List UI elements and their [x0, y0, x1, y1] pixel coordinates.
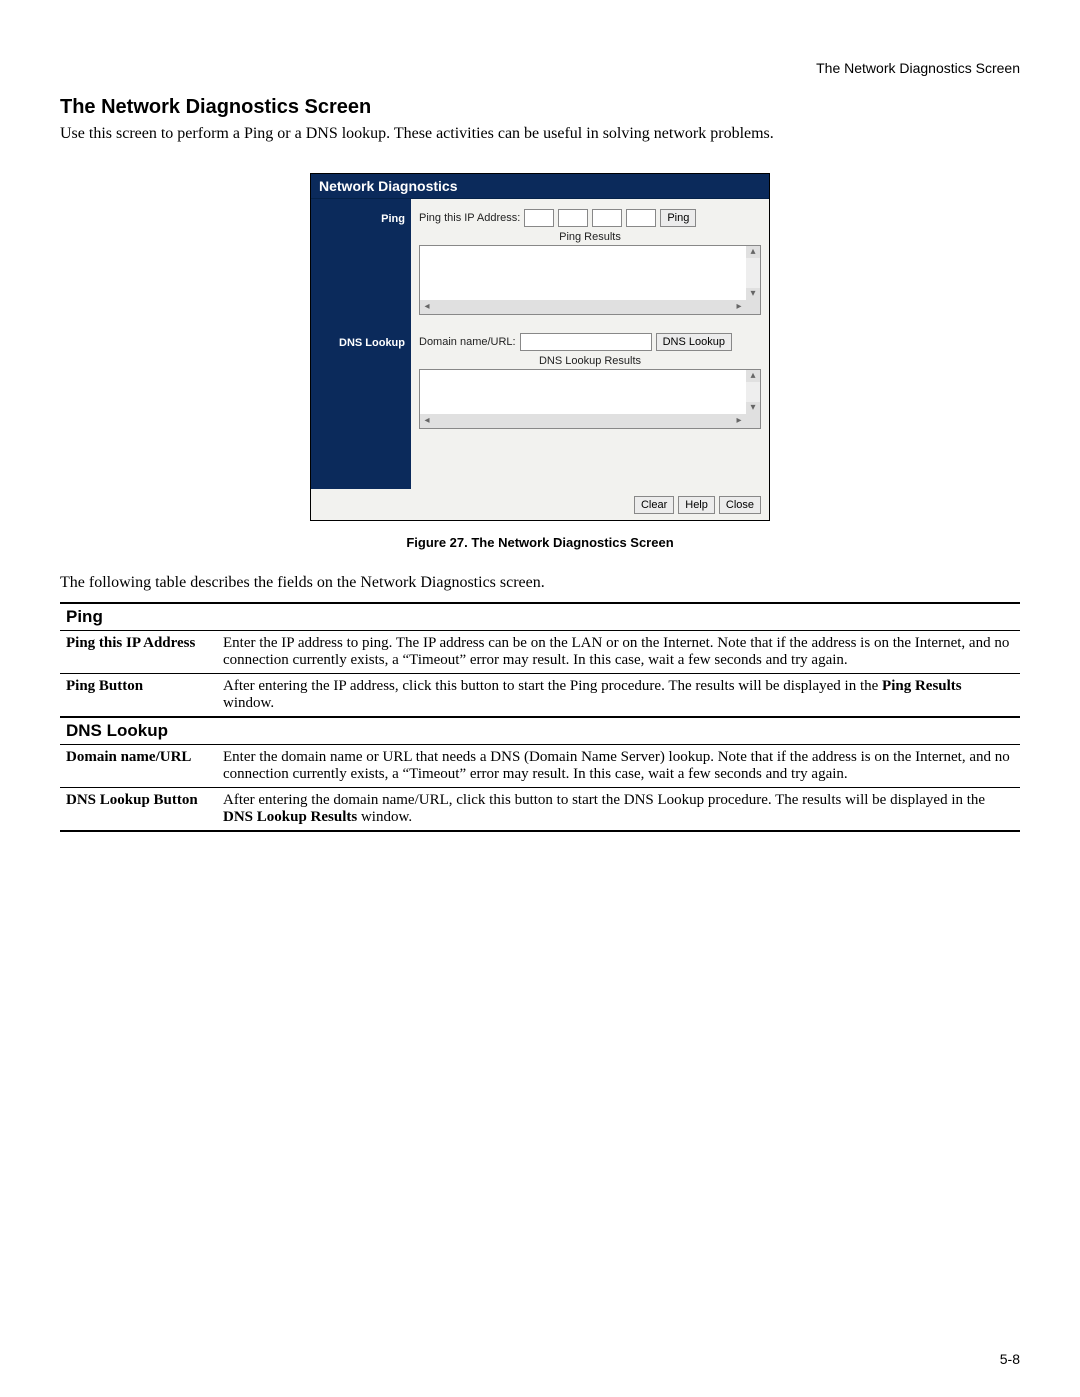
ping-button[interactable]: Ping — [660, 209, 696, 227]
field-desc: After entering the domain name/URL, clic… — [217, 788, 1020, 832]
scroll-right-icon[interactable]: ▸ — [732, 414, 746, 428]
scroll-down-icon[interactable]: ▾ — [746, 402, 760, 414]
diagnostics-panel: Network Diagnostics Ping DNS Lookup Ping… — [310, 173, 770, 521]
ping-results-title: Ping Results — [419, 231, 761, 243]
scroll-down-icon[interactable]: ▾ — [746, 288, 760, 300]
scroll-up-icon[interactable]: ▴ — [746, 246, 760, 258]
ping-ip-octet-2[interactable] — [558, 209, 588, 227]
field-name: DNS Lookup Button — [60, 788, 217, 832]
table-row: Domain name/URL Enter the domain name or… — [60, 745, 1020, 788]
scroll-left-icon[interactable]: ◂ — [420, 414, 434, 428]
horizontal-scrollbar[interactable]: ◂ ▸ — [420, 414, 760, 428]
table-row: Ping this IP Address Enter the IP addres… — [60, 631, 1020, 674]
ping-results-box[interactable]: ▴ ▾ ◂ ▸ — [419, 245, 761, 315]
section-header-ping: Ping — [60, 603, 1020, 631]
page-title: The Network Diagnostics Screen — [60, 96, 1020, 119]
vertical-scrollbar[interactable]: ▴ ▾ — [746, 246, 760, 300]
field-name: Domain name/URL — [60, 745, 217, 788]
dns-domain-input[interactable] — [520, 333, 652, 351]
vertical-scrollbar[interactable]: ▴ ▾ — [746, 370, 760, 414]
field-desc: Enter the IP address to ping. The IP add… — [217, 631, 1020, 674]
panel-title: Network Diagnostics — [311, 174, 769, 199]
field-desc: Enter the domain name or URL that needs … — [217, 745, 1020, 788]
help-button[interactable]: Help — [678, 496, 715, 514]
field-name: Ping this IP Address — [60, 631, 217, 674]
horizontal-scrollbar[interactable]: ◂ ▸ — [420, 300, 760, 314]
table-row: Ping Button After entering the IP addres… — [60, 674, 1020, 718]
field-name: Ping Button — [60, 674, 217, 718]
page-number: 5-8 — [1000, 1351, 1020, 1367]
clear-button[interactable]: Clear — [634, 496, 674, 514]
panel-footer: Clear Help Close — [311, 489, 769, 520]
table-row: DNS Lookup Button After entering the dom… — [60, 788, 1020, 832]
dns-results-title: DNS Lookup Results — [419, 355, 761, 367]
ping-ip-octet-1[interactable] — [524, 209, 554, 227]
sidebar-item-ping[interactable]: Ping — [311, 199, 411, 225]
figure-network-diagnostics: Network Diagnostics Ping DNS Lookup Ping… — [310, 173, 770, 550]
ping-row: Ping this IP Address: Ping — [419, 209, 761, 227]
close-button[interactable]: Close — [719, 496, 761, 514]
scroll-left-icon[interactable]: ◂ — [420, 300, 434, 314]
sidebar-item-dns[interactable]: DNS Lookup — [311, 323, 411, 349]
scroll-up-icon[interactable]: ▴ — [746, 370, 760, 382]
panel-sidebar: Ping DNS Lookup — [311, 199, 411, 489]
dns-results-box[interactable]: ▴ ▾ ◂ ▸ — [419, 369, 761, 429]
ping-ip-octet-3[interactable] — [592, 209, 622, 227]
field-desc: After entering the IP address, click thi… — [217, 674, 1020, 718]
page-header-right: The Network Diagnostics Screen — [60, 60, 1020, 76]
scroll-right-icon[interactable]: ▸ — [732, 300, 746, 314]
table-intro: The following table describes the fields… — [60, 574, 1020, 592]
intro-paragraph: Use this screen to perform a Ping or a D… — [60, 125, 1020, 143]
dns-row: Domain name/URL: DNS Lookup — [419, 333, 761, 351]
fields-table: Ping Ping this IP Address Enter the IP a… — [60, 602, 1020, 832]
figure-caption: Figure 27. The Network Diagnostics Scree… — [310, 535, 770, 550]
panel-main: Ping this IP Address: Ping Ping Results … — [411, 199, 769, 489]
dns-lookup-button[interactable]: DNS Lookup — [656, 333, 732, 351]
ping-ip-label: Ping this IP Address: — [419, 212, 520, 224]
section-header-dns: DNS Lookup — [60, 717, 1020, 745]
dns-domain-label: Domain name/URL: — [419, 336, 516, 348]
ping-ip-octet-4[interactable] — [626, 209, 656, 227]
